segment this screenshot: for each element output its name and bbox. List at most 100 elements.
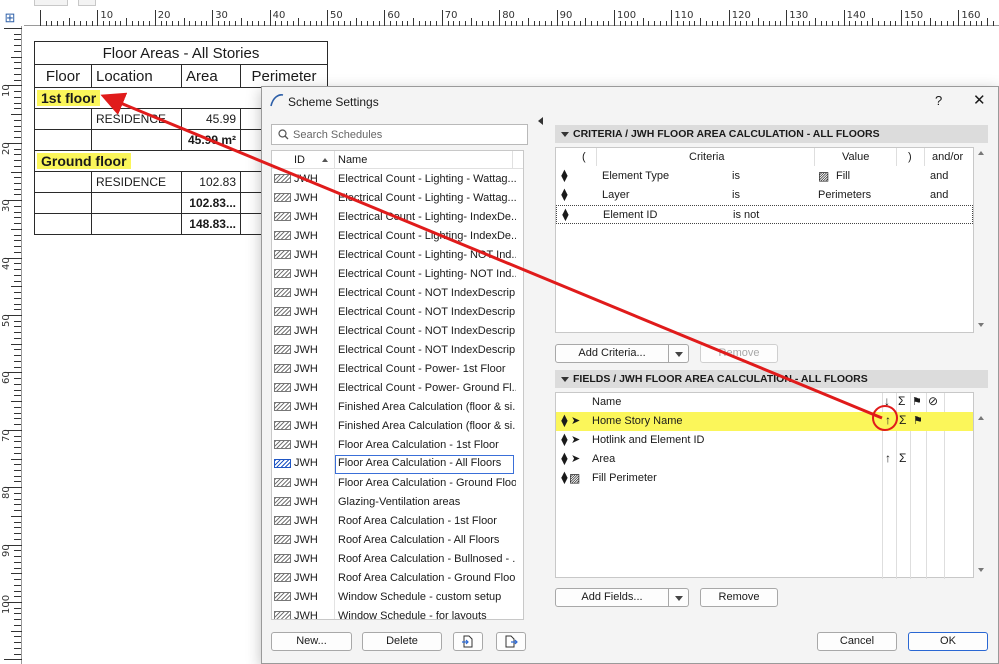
schedule-type-icon bbox=[274, 212, 291, 221]
field-row[interactable]: ▲ ▼ ➤ Hotlink and Element ID bbox=[556, 431, 973, 450]
ok-button[interactable]: OK bbox=[908, 632, 988, 651]
ruler-tick bbox=[14, 406, 21, 408]
story2-area: 102.83 bbox=[181, 171, 241, 193]
collapse-panel-icon[interactable] bbox=[538, 117, 543, 125]
reorder-handle-icon[interactable]: ▲ ▼ bbox=[559, 413, 570, 430]
schedule-list-item[interactable]: JWH Roof Area Calculation - All Floors bbox=[272, 531, 523, 550]
schedule-list-item[interactable]: JWH Electrical Count - Power- Ground Fl..… bbox=[272, 379, 523, 398]
list-col-id[interactable]: ID bbox=[294, 154, 305, 166]
criteria-operator[interactable]: is bbox=[732, 170, 740, 182]
field-row[interactable]: ▲ ▼ ➤ Home Story Name ↑ Σ ⚑ bbox=[556, 412, 973, 431]
criteria-operator[interactable]: is not bbox=[733, 209, 759, 221]
export-button[interactable] bbox=[496, 632, 526, 651]
ruler-tick bbox=[946, 21, 948, 26]
add-criteria-dropdown-icon[interactable] bbox=[669, 344, 689, 363]
fields-scrollbar[interactable] bbox=[974, 392, 988, 578]
list-col-name[interactable]: Name bbox=[338, 154, 367, 166]
schedule-name: Electrical Count - Power- Ground Fl... bbox=[338, 382, 516, 394]
criteria-andor[interactable]: and bbox=[930, 189, 948, 201]
criteria-field[interactable]: Element ID bbox=[603, 209, 657, 221]
ruler-tick bbox=[14, 211, 21, 213]
schedule-list-item[interactable]: JWH Glazing-Ventilation areas bbox=[272, 493, 523, 512]
criteria-value[interactable]: Perimeters bbox=[818, 189, 871, 201]
remove-field-button[interactable]: Remove bbox=[700, 588, 778, 607]
cancel-button[interactable]: Cancel bbox=[817, 632, 897, 651]
hide-col-icon: ⊘ bbox=[928, 394, 939, 408]
add-fields-button[interactable]: Add Fields... bbox=[555, 588, 669, 607]
criteria-scrollbar[interactable] bbox=[974, 147, 988, 333]
top-ruler[interactable]: 10 20 30 40 50 60 70 80 90 100 110 120 130 140 150 160 bbox=[24, 8, 999, 26]
sort-toggle[interactable]: ↑ bbox=[885, 451, 891, 465]
schedule-list-item[interactable]: JWH Floor Area Calculation - 1st Floor bbox=[272, 436, 523, 455]
add-criteria-button[interactable]: Add Criteria... bbox=[555, 344, 669, 363]
search-input[interactable]: Search Schedules bbox=[271, 124, 528, 145]
schedule-list-item[interactable]: JWH Electrical Count - NOT IndexDescrip..… bbox=[272, 303, 523, 322]
new-button[interactable]: New... bbox=[271, 632, 352, 651]
schedule-list-item[interactable]: JWH Electrical Count - Lighting- IndexDe.… bbox=[272, 208, 523, 227]
fields-table[interactable]: Name ↓ Σ ⚑ ⊘ ▲ ▼ ➤ Home Story Name ↑ Σ ⚑ ▲ ▼ ➤ Hot… bbox=[555, 392, 974, 579]
ruler-tick bbox=[68, 18, 70, 26]
ruler-tick bbox=[74, 21, 76, 26]
schedule-list-item[interactable]: JWH Finished Area Calculation (floor & si… bbox=[272, 417, 523, 436]
schedule-list[interactable]: ID Name JWH Electrical Count - Lighting -… bbox=[271, 150, 524, 620]
schedule-list-item[interactable]: JWH Window Schedule - for layouts bbox=[272, 607, 523, 619]
criteria-field[interactable]: Element Type bbox=[602, 170, 669, 182]
schedule-list-item[interactable]: JWH Roof Area Calculation - Bullnosed - .… bbox=[272, 550, 523, 569]
schedule-list-item[interactable]: JWH Window Schedule - custom setup bbox=[272, 588, 523, 607]
criteria-table[interactable]: ( Criteria Value ) and/or ▲ ▼ Element Type… bbox=[555, 147, 974, 333]
schedule-list-item[interactable]: JWH Electrical Count - NOT IndexDescrip..… bbox=[272, 341, 523, 360]
schedule-list-item[interactable]: JWH Electrical Count - Power- 1st Floor bbox=[272, 360, 523, 379]
criteria-row[interactable]: ▲ ▼ Element ID is not bbox=[556, 205, 973, 224]
import-button[interactable] bbox=[453, 632, 483, 651]
flag-icon[interactable]: ⚑ bbox=[913, 414, 923, 427]
schedule-list-item[interactable]: JWH Roof Area Calculation - Ground Floor bbox=[272, 569, 523, 588]
schedule-list-item[interactable]: JWH Electrical Count - Lighting- NOT Ind.… bbox=[272, 265, 523, 284]
criteria-field[interactable]: Layer bbox=[602, 189, 630, 201]
schedule-type-icon bbox=[274, 231, 291, 240]
schedule-list-item[interactable]: JWH Electrical Count - Lighting - Wattag.… bbox=[272, 189, 523, 208]
ruler-tick bbox=[14, 556, 21, 558]
ruler-label: 110 bbox=[674, 10, 694, 21]
reorder-handle-icon[interactable]: ▲ ▼ bbox=[559, 451, 570, 468]
reorder-handle-icon[interactable]: ▲ ▼ bbox=[559, 187, 570, 204]
ruler-tick bbox=[901, 10, 902, 26]
field-row[interactable]: ▲ ▼ ▨ Fill Perimeter bbox=[556, 469, 973, 488]
left-ruler[interactable]: 10 20 30 40 50 60 70 80 90 100 bbox=[0, 26, 22, 664]
schedule-list-item[interactable]: JWH Roof Area Calculation - 1st Floor bbox=[272, 512, 523, 531]
criteria-operator[interactable]: is bbox=[732, 189, 740, 201]
sum-toggle[interactable]: Σ bbox=[899, 413, 906, 427]
criteria-andor[interactable]: and bbox=[930, 170, 948, 182]
criteria-row[interactable]: ▲ ▼ Element Type is ▨ Fill and bbox=[556, 167, 973, 186]
ruler-origin-icon[interactable]: ⊞ bbox=[2, 10, 18, 26]
schedule-list-item[interactable]: JWH Electrical Count - Lighting- IndexDe.… bbox=[272, 227, 523, 246]
schedule-list-item[interactable]: JWH Electrical Count - NOT IndexDescrip..… bbox=[272, 284, 523, 303]
delete-button[interactable]: Delete bbox=[362, 632, 442, 651]
schedule-list-item-selected[interactable]: JWH Floor Area Calculation - All Floors bbox=[272, 455, 523, 474]
criteria-panel-header[interactable]: CRITERIA / JWH FLOOR AREA CALCULATION - … bbox=[555, 125, 988, 143]
schedule-list-item[interactable]: JWH Floor Area Calculation - Ground Floor bbox=[272, 474, 523, 493]
close-button[interactable]: ✕ bbox=[973, 91, 986, 109]
cursor-arrow-icon: ➤ bbox=[571, 415, 581, 427]
ruler-tick bbox=[212, 10, 214, 26]
fields-panel-header[interactable]: FIELDS / JWH FLOOR AREA CALCULATION - AL… bbox=[555, 370, 988, 388]
schedule-id: JWH bbox=[294, 420, 318, 432]
reorder-handle-icon[interactable]: ▲ ▼ bbox=[559, 432, 570, 449]
ruler-tick bbox=[14, 366, 21, 368]
criteria-row[interactable]: ▲ ▼ Layer is Perimeters and bbox=[556, 186, 973, 205]
ruler-tick bbox=[14, 33, 21, 35]
schedule-list-item[interactable]: JWH Electrical Count - Lighting - Wattag.… bbox=[272, 170, 523, 189]
sort-toggle[interactable]: ↑ bbox=[885, 413, 891, 427]
schedule-list-item[interactable]: JWH Electrical Count - Lighting- NOT Ind.… bbox=[272, 246, 523, 265]
field-row[interactable]: ▲ ▼ ➤ Area ↑ Σ bbox=[556, 450, 973, 469]
criteria-value[interactable]: Fill bbox=[836, 170, 850, 182]
remove-criteria-button[interactable]: Remove bbox=[700, 344, 778, 363]
ruler-label: 100 bbox=[617, 10, 637, 21]
schedule-list-item[interactable]: JWH Electrical Count - NOT IndexDescrip..… bbox=[272, 322, 523, 341]
reorder-handle-icon[interactable]: ▲ ▼ bbox=[560, 207, 571, 224]
help-button[interactable]: ? bbox=[935, 93, 942, 108]
schedule-list-item[interactable]: JWH Finished Area Calculation (floor & si… bbox=[272, 398, 523, 417]
ruler-tick bbox=[987, 18, 989, 26]
sum-toggle[interactable]: Σ bbox=[899, 451, 906, 465]
add-fields-dropdown-icon[interactable] bbox=[669, 588, 689, 607]
reorder-handle-icon[interactable]: ▲ ▼ bbox=[559, 168, 570, 185]
